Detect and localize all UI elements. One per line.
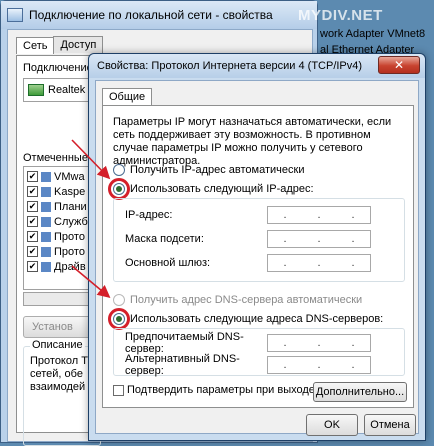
- tab-sharing[interactable]: Доступ: [53, 36, 104, 53]
- dns-preferred-label: Предпочитаемый DNS-сервер:: [125, 331, 244, 355]
- radio-dns-manual[interactable]: Использовать следующие адреса DNS-сервер…: [113, 313, 383, 325]
- radio-dns-auto-label: Получить адрес DNS-сервера автоматически: [130, 294, 363, 306]
- bg-window-title: Подключение по локальной сети - свойства: [29, 8, 273, 22]
- tab-general[interactable]: Общие: [102, 88, 153, 105]
- bg-titlebar[interactable]: Подключение по локальной сети - свойства: [1, 1, 317, 29]
- components-label: Отмеченные к: [23, 152, 96, 164]
- dns-alternate-label: Альтернативный DNS-сервер:: [125, 353, 240, 377]
- component-icon: [41, 261, 51, 272]
- advanced-button[interactable]: Дополнительно...: [313, 382, 407, 402]
- description-title: Описание: [30, 339, 85, 351]
- component-icon: [41, 246, 51, 257]
- component-icon: [41, 171, 51, 182]
- highlight-circle: [108, 308, 130, 330]
- dialog-tab-strip: Общие: [102, 87, 153, 105]
- connect-using-label: Подключение: [23, 62, 93, 74]
- ipv4-properties-dialog: Свойства: Протокол Интернета версии 4 (T…: [88, 53, 426, 441]
- network-adapter-icon: [28, 84, 44, 96]
- radio-off-icon[interactable]: [113, 294, 125, 306]
- default-gateway-field[interactable]: ...: [267, 254, 371, 272]
- highlight-circle: [108, 178, 130, 200]
- ip-address-field[interactable]: ...: [267, 206, 371, 224]
- radio-ip-manual[interactable]: Использовать следующий IP-адрес:: [113, 183, 314, 195]
- component-icon: [41, 201, 51, 212]
- default-gateway-label: Основной шлюз:: [125, 257, 211, 269]
- checkbox-checked-icon[interactable]: ✔: [27, 231, 38, 242]
- radio-ip-auto[interactable]: Получить IP-адрес автоматически: [113, 164, 304, 176]
- intro-text: Параметры IP могут назначаться автоматич…: [113, 116, 392, 167]
- radio-dns-manual-label: Использовать следующие адреса DNS-сервер…: [130, 313, 384, 325]
- checkbox-checked-icon[interactable]: ✔: [27, 171, 38, 182]
- checkbox-unchecked-icon[interactable]: [113, 384, 124, 396]
- ok-button[interactable]: OK: [306, 414, 358, 436]
- radio-ip-manual-label: Использовать следующий IP-адрес:: [130, 183, 314, 195]
- dialog-titlebar[interactable]: Свойства: Протокол Интернета версии 4 (T…: [89, 54, 425, 78]
- confirm-on-exit-row[interactable]: Подтвердить параметры при выходе: [113, 384, 315, 396]
- component-icon: [41, 216, 51, 227]
- confirm-on-exit-label: Подтвердить параметры при выходе: [127, 384, 315, 396]
- close-button[interactable]: ✕: [378, 56, 420, 74]
- subnet-mask-field[interactable]: ...: [267, 230, 371, 248]
- dns-alternate-field[interactable]: ...: [267, 356, 371, 374]
- radio-dns-auto[interactable]: Получить адрес DNS-сервера автоматически: [113, 294, 362, 306]
- checkbox-checked-icon[interactable]: ✔: [27, 216, 38, 227]
- subnet-mask-label: Маска подсети:: [125, 233, 204, 245]
- dialog-title: Свойства: Протокол Интернета версии 4 (T…: [97, 60, 363, 72]
- component-icon: [41, 186, 51, 197]
- network-connection-icon: [7, 8, 23, 22]
- radio-ip-auto-label: Получить IP-адрес автоматически: [130, 164, 305, 176]
- watermark-logo: MYDIV.NET: [298, 7, 383, 24]
- radio-off-icon[interactable]: [113, 164, 125, 176]
- checkbox-checked-icon[interactable]: ✔: [27, 186, 38, 197]
- bg-tab-strip: Сеть Доступ: [16, 36, 104, 54]
- ip-address-label: IP-адрес:: [125, 209, 173, 221]
- checkbox-checked-icon[interactable]: ✔: [27, 201, 38, 212]
- dialog-client-area: Общие Параметры IP могут назначаться авт…: [95, 80, 419, 436]
- checkbox-checked-icon[interactable]: ✔: [27, 261, 38, 272]
- general-tab-panel: Параметры IP могут назначаться автоматич…: [102, 105, 414, 408]
- checkbox-checked-icon[interactable]: ✔: [27, 246, 38, 257]
- component-icon: [41, 231, 51, 242]
- tab-network[interactable]: Сеть: [16, 37, 55, 54]
- dns-preferred-field[interactable]: ...: [267, 334, 371, 352]
- adapter-name: Realtek: [48, 84, 86, 96]
- cancel-button[interactable]: Отмена: [364, 414, 416, 436]
